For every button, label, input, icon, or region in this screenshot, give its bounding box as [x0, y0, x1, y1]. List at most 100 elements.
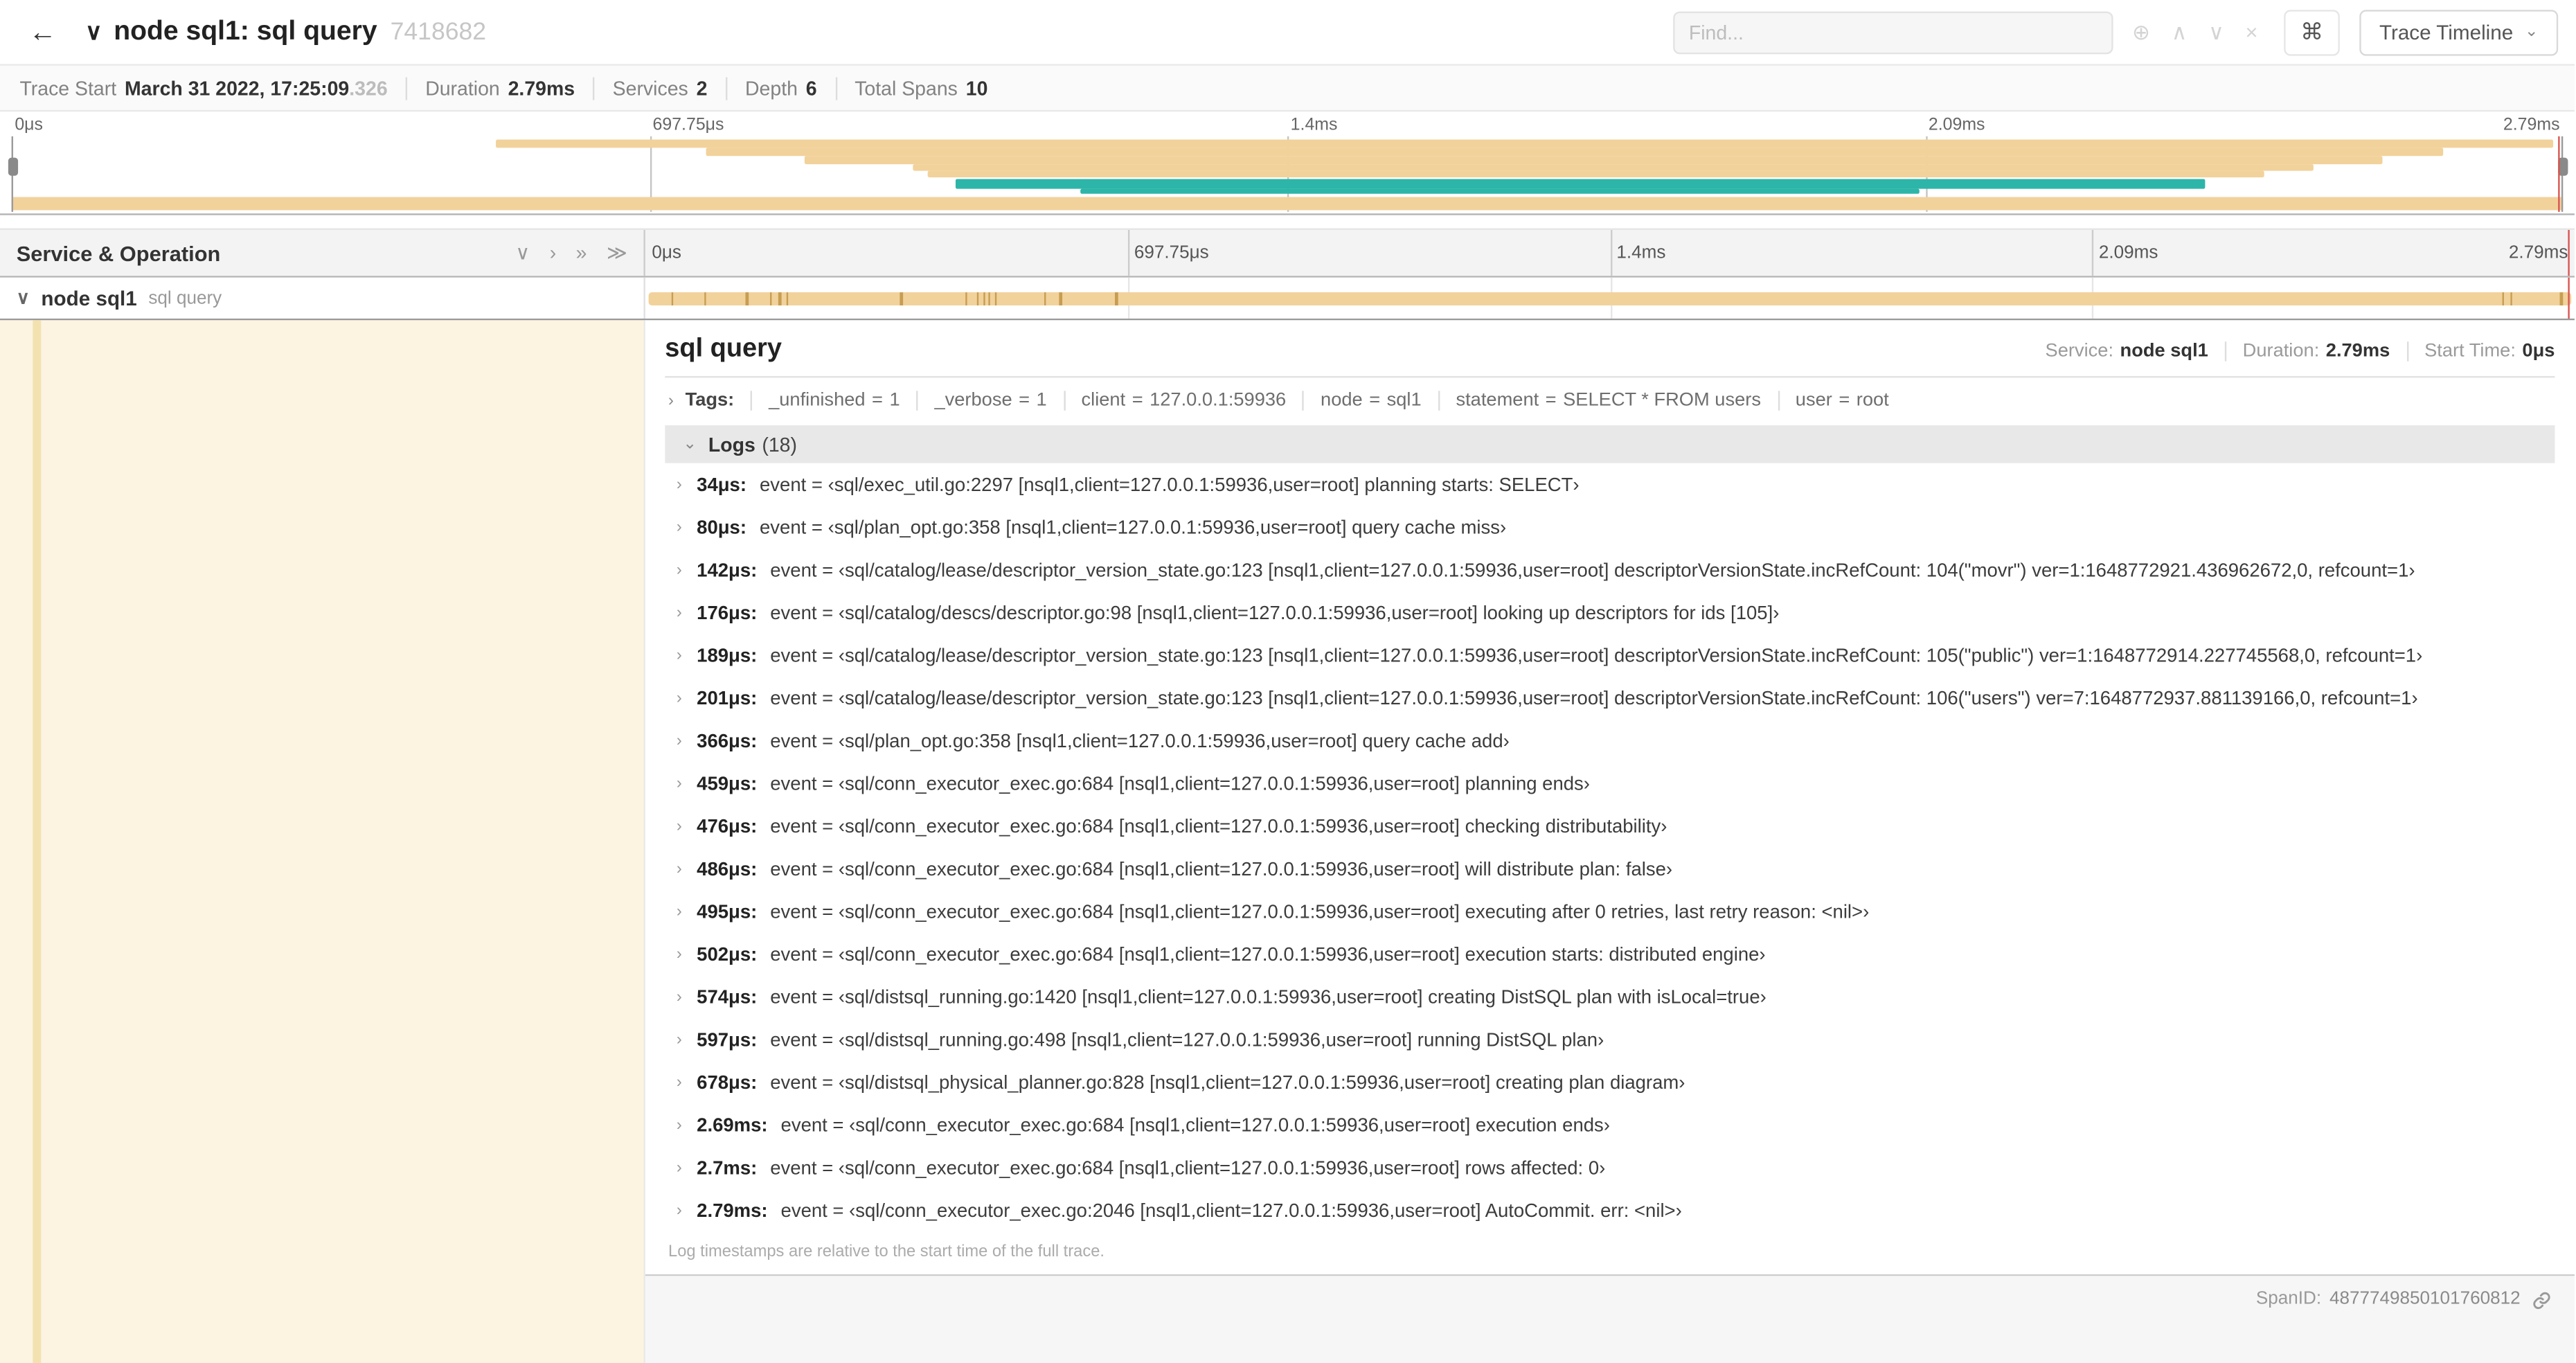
find-next-icon[interactable]: ∨	[2208, 19, 2224, 45]
selected-span-column	[0, 320, 645, 1363]
minimap-left-scrubber[interactable]	[7, 136, 17, 212]
summary-label: Duration	[425, 76, 500, 100]
find-prev-icon[interactable]: ∧	[2172, 19, 2188, 45]
log-entry-row[interactable]: › 189μs: event = ‹sql/catalog/lease/desc…	[665, 634, 2555, 677]
span-stat: Duration: 2.79ms	[2224, 341, 2390, 362]
keyboard-shortcuts-button[interactable]: ⌘	[2284, 9, 2341, 55]
log-expand-chevron-icon: ›	[676, 731, 682, 750]
log-entry-row[interactable]: › 366μs: event = ‹sql/plan_opt.go:358 [n…	[665, 720, 2555, 763]
span-stat: Service: node sql1	[2046, 341, 2208, 361]
expand-all-icon[interactable]: ≫	[607, 242, 627, 265]
minimap-spans	[11, 136, 2564, 212]
log-entry-row[interactable]: › 502μs: event = ‹sql/conn_executor_exec…	[665, 933, 2555, 976]
span-detail-stats: Service: node sql1 Duration: 2.79ms Star…	[2046, 341, 2555, 362]
log-entry-row[interactable]: › 34μs: event = ‹sql/exec_util.go:2297 […	[665, 463, 2555, 506]
minimap-right-scrubber[interactable]	[2557, 136, 2568, 212]
log-entry-row[interactable]: › 201μs: event = ‹sql/catalog/lease/desc…	[665, 677, 2555, 720]
find-zoom-icon[interactable]: ⊕	[2132, 19, 2150, 45]
trace-timeline-dropdown[interactable]: Trace Timeline ⌄	[2359, 9, 2559, 55]
logs-chevron-icon: ⌄	[683, 435, 697, 454]
tag-item: node = sql1	[1302, 391, 1422, 411]
summary-value: 10	[965, 76, 988, 100]
span-row-bar-cell[interactable]	[645, 277, 2575, 319]
logs-accordion-header[interactable]: ⌄ Logs (18)	[665, 425, 2555, 463]
log-entry-row[interactable]: › 2.79ms: event = ‹sql/conn_executor_exe…	[665, 1189, 2555, 1232]
log-entry-row[interactable]: › 176μs: event = ‹sql/catalog/descs/desc…	[665, 591, 2555, 634]
span-log-tick	[2510, 292, 2513, 306]
log-timestamp: 2.79ms:	[697, 1200, 768, 1221]
minimap-tick-label: 1.4ms	[1290, 114, 1338, 135]
ruler-tick-label: 2.79ms	[2508, 242, 2568, 263]
span-log-tick	[1115, 292, 1118, 306]
tag-key: user	[1795, 391, 1832, 411]
log-message: event = ‹sql/conn_executor_exec.go:684 […	[770, 815, 1667, 837]
tag-value: 1	[1036, 391, 1047, 411]
log-expand-chevron-icon: ›	[676, 1116, 682, 1134]
summary-value: 2.79ms	[508, 76, 575, 100]
find-input[interactable]	[1672, 10, 2113, 54]
minimap-span-bar	[805, 156, 2382, 165]
log-entry-row[interactable]: › 459μs: event = ‹sql/conn_executor_exec…	[665, 762, 2555, 805]
expand-one-icon[interactable]: ›	[550, 242, 556, 265]
log-expand-chevron-icon: ›	[676, 945, 682, 963]
log-expand-chevron-icon: ›	[676, 688, 682, 707]
span-log-tick	[671, 292, 674, 306]
span-log-tick	[976, 292, 980, 306]
back-button[interactable]: ←	[17, 1, 69, 63]
log-entry-row[interactable]: › 597μs: event = ‹sql/distsql_running.go…	[665, 1018, 2555, 1061]
tags-accordion[interactable]: › Tags: _unfinished = 1 _verbose = 1 cli…	[665, 377, 2555, 422]
log-expand-chevron-icon: ›	[676, 646, 682, 665]
log-entry-row[interactable]: › 80μs: event = ‹sql/plan_opt.go:358 [ns…	[665, 506, 2555, 549]
minimap-canvas[interactable]	[7, 136, 2568, 212]
trace-page: ← ∨ node sql1: sql query 7418682 ⊕ ∧ ∨ ×…	[0, 0, 2575, 1363]
log-expand-chevron-icon: ›	[676, 1073, 682, 1092]
span-log-tick	[965, 292, 968, 306]
span-stat-value: node sql1	[2120, 341, 2208, 362]
tag-key: node	[1321, 391, 1363, 411]
log-timestamp: 142μs:	[697, 559, 758, 581]
row-collapse-chevron-icon[interactable]: ∨	[17, 287, 30, 308]
log-expand-chevron-icon: ›	[676, 902, 682, 921]
log-message: event = ‹sql/conn_executor_exec.go:684 […	[770, 1157, 1606, 1179]
span-duration-bar[interactable]	[647, 292, 2572, 306]
minimap-cursor-guide	[2557, 136, 2560, 212]
minimap-tick-label: 0μs	[15, 114, 43, 135]
log-expand-chevron-icon: ›	[676, 774, 682, 793]
timeline-body: sql query Service: node sql1 Duration: 2…	[0, 320, 2575, 1363]
collapse-trace-chevron-icon[interactable]: ∨	[85, 18, 102, 46]
collapse-all-icon[interactable]: »	[576, 242, 587, 265]
span-log-tick	[2502, 292, 2505, 306]
log-entry-row[interactable]: › 574μs: event = ‹sql/distsql_running.go…	[665, 975, 2555, 1018]
find-clear-icon[interactable]: ×	[2245, 19, 2257, 44]
log-message: event = ‹sql/exec_util.go:2297 [nsql1,cl…	[760, 474, 1580, 495]
service-operation-title: Service & Operation	[16, 240, 221, 265]
span-row[interactable]: ∨ node sql1 sql query	[0, 277, 2575, 321]
tag-item: _verbose = 1	[916, 391, 1047, 411]
log-entry-row[interactable]: › 495μs: event = ‹sql/conn_executor_exec…	[665, 890, 2555, 933]
span-detail-header: sql query Service: node sql1 Duration: 2…	[665, 335, 2555, 365]
link-icon[interactable]	[2532, 1291, 2551, 1310]
trace-minimap: 0μs 697.75μs 1.4ms 2.09ms 2.79ms	[0, 112, 2575, 215]
span-log-tick	[2559, 292, 2563, 306]
log-entry-row[interactable]: › 476μs: event = ‹sql/conn_executor_exec…	[665, 805, 2555, 848]
trace-id: 7418682	[390, 18, 487, 46]
log-entry-row[interactable]: › 678μs: event = ‹sql/distsql_physical_p…	[665, 1061, 2555, 1104]
minimap-tick-label: 697.75μs	[652, 114, 724, 135]
tag-key: _unfinished	[769, 391, 866, 411]
log-expand-chevron-icon: ›	[676, 518, 682, 537]
log-expand-chevron-icon: ›	[676, 1201, 682, 1220]
collapse-one-icon[interactable]: ∨	[515, 242, 530, 265]
log-entry-row[interactable]: › 2.7ms: event = ‹sql/conn_executor_exec…	[665, 1146, 2555, 1189]
span-row-name-cell[interactable]: ∨ node sql1 sql query	[0, 277, 645, 319]
logs-list: › 34μs: event = ‹sql/exec_util.go:2297 […	[665, 463, 2555, 1232]
summary-item: Trace Start March 31 2022, 17:25:09 .326	[19, 76, 387, 99]
log-timestamp: 495μs:	[697, 900, 758, 923]
span-detail-column: sql query Service: node sql1 Duration: 2…	[645, 320, 2575, 1363]
log-entry-row[interactable]: › 486μs: event = ‹sql/conn_executor_exec…	[665, 847, 2555, 890]
span-log-tick	[786, 292, 789, 306]
log-message: event = ‹sql/catalog/lease/descriptor_ve…	[770, 644, 2423, 666]
scrubber-grip[interactable]	[7, 157, 17, 176]
log-entry-row[interactable]: › 142μs: event = ‹sql/catalog/lease/desc…	[665, 549, 2555, 591]
logs-label: Logs	[708, 432, 755, 456]
log-entry-row[interactable]: › 2.69ms: event = ‹sql/conn_executor_exe…	[665, 1103, 2555, 1146]
